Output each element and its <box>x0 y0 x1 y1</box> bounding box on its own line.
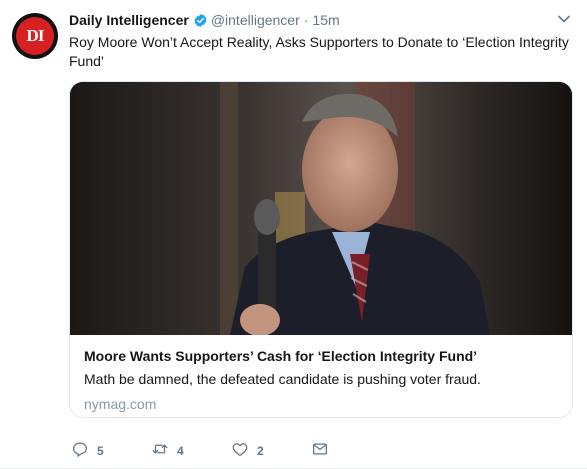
card-description: Math be damned, the defeated candidate i… <box>84 371 481 387</box>
like-count: 2 <box>257 443 264 458</box>
tweet-header: Daily Intelligencer @intelligencer · 15m <box>69 12 340 28</box>
card-image[interactable] <box>70 82 572 335</box>
tweet-actions: 5 4 2 <box>71 440 391 461</box>
retweet-count: 4 <box>177 443 184 458</box>
display-name[interactable]: Daily Intelligencer <box>69 12 189 28</box>
retweet-icon <box>151 440 169 461</box>
reply-icon <box>71 440 89 461</box>
separator-dot: · <box>303 12 309 28</box>
link-card[interactable]: Moore Wants Supporters’ Cash for ‘Electi… <box>69 81 573 418</box>
envelope-icon <box>311 440 329 461</box>
card-body[interactable]: Moore Wants Supporters’ Cash for ‘Electi… <box>70 335 572 417</box>
avatar-text: DI <box>26 26 45 45</box>
reply-button[interactable]: 5 <box>71 440 151 461</box>
direct-message-button[interactable] <box>311 440 391 461</box>
reply-count: 5 <box>97 443 104 458</box>
card-domain: nymag.com <box>84 396 157 412</box>
retweet-button[interactable]: 4 <box>151 440 231 461</box>
card-title: Moore Wants Supporters’ Cash for ‘Electi… <box>84 348 478 364</box>
like-button[interactable]: 2 <box>231 440 311 461</box>
heart-icon <box>231 440 249 461</box>
tweet[interactable]: DI Daily Intelligencer @intelligencer · … <box>0 0 587 469</box>
tweet-timestamp[interactable]: 15m <box>312 12 339 28</box>
avatar-logo: DI <box>16 17 54 55</box>
tweet-text: Roy Moore Won’t Accept Reality, Asks Sup… <box>69 34 569 69</box>
avatar[interactable]: DI <box>12 13 58 59</box>
verified-badge-icon <box>193 13 208 28</box>
user-handle[interactable]: @intelligencer <box>211 12 300 28</box>
chevron-down-icon[interactable] <box>557 12 571 26</box>
